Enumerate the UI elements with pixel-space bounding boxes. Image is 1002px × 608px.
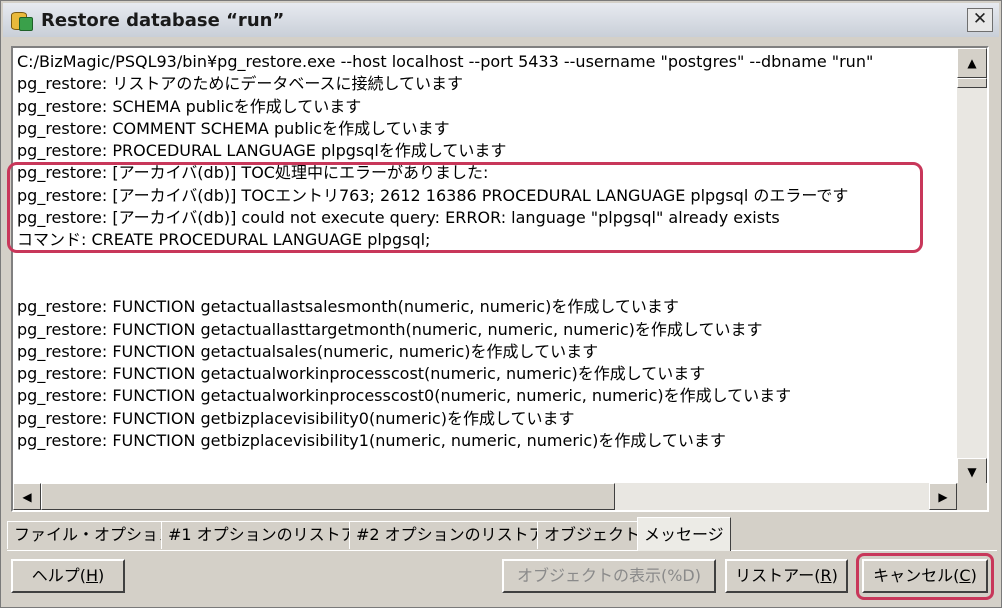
horizontal-scrollbar[interactable]: ◀ ▶ bbox=[13, 483, 957, 510]
show-objects-button[interactable]: オブジェクトの表示(%D) bbox=[502, 559, 716, 593]
tab-restore-options-2[interactable]: #2 オプションのリストア bbox=[349, 521, 552, 549]
log-line: pg_restore: PROCEDURAL LANGUAGE plpgsqlを… bbox=[17, 141, 507, 161]
horizontal-scroll-thumb[interactable] bbox=[41, 483, 615, 510]
scrollbar-corner bbox=[957, 483, 987, 510]
log-line: pg_restore: SCHEMA publicを作成しています bbox=[17, 96, 362, 116]
log-line: pg_restore: FUNCTION getactuallastsalesm… bbox=[17, 297, 679, 317]
log-line: pg_restore: FUNCTION getactuallasttarget… bbox=[17, 319, 763, 339]
log-line: C:/BizMagic/PSQL93/bin¥pg_restore.exe --… bbox=[17, 52, 874, 71]
log-line: pg_restore: FUNCTION getactualworkinproc… bbox=[17, 364, 706, 384]
scroll-left-icon[interactable]: ◀ bbox=[13, 483, 41, 510]
log-line: pg_restore: FUNCTION getactualworkinproc… bbox=[17, 386, 792, 406]
tab-divider bbox=[7, 550, 997, 551]
error-highlight-box bbox=[7, 162, 923, 253]
tab-restore-options-1[interactable]: #1 オプションのリストア bbox=[161, 521, 364, 549]
help-button[interactable]: ヘルプ(H) bbox=[11, 559, 125, 593]
tab-messages[interactable]: メッセージ bbox=[637, 517, 731, 551]
scroll-down-icon[interactable]: ▼ bbox=[957, 458, 987, 485]
message-log: C:/BizMagic/PSQL93/bin¥pg_restore.exe --… bbox=[17, 51, 957, 483]
message-log-textbox[interactable]: C:/BizMagic/PSQL93/bin¥pg_restore.exe --… bbox=[11, 46, 989, 512]
log-line: pg_restore: FUNCTION getbizplacevisibili… bbox=[17, 431, 726, 451]
log-line: pg_restore: FUNCTION getactualsales(nume… bbox=[17, 341, 599, 361]
vertical-scrollbar[interactable]: ▲ ▼ bbox=[957, 48, 987, 485]
log-line: pg_restore: リストアのためにデータベースに接続しています bbox=[17, 74, 464, 94]
title-bar[interactable]: Restore database “run” ✕ bbox=[3, 3, 999, 37]
pgadmin-app-icon bbox=[9, 9, 33, 31]
tab-strip: ファイル・オプション #1 オプションのリストア #2 オプションのリストア オ… bbox=[7, 517, 997, 553]
close-icon[interactable]: ✕ bbox=[967, 8, 993, 32]
window-title: Restore database “run” bbox=[41, 9, 285, 31]
cancel-highlight-box bbox=[856, 553, 994, 600]
scroll-right-icon[interactable]: ▶ bbox=[929, 483, 957, 510]
log-line: pg_restore: COMMENT SCHEMA publicを作成していま… bbox=[17, 118, 450, 138]
restore-database-dialog: Restore database “run” ✕ C:/BizMagic/PSQ… bbox=[0, 0, 1002, 608]
vertical-scroll-thumb[interactable] bbox=[957, 78, 987, 88]
scroll-up-icon[interactable]: ▲ bbox=[957, 48, 987, 78]
log-line: pg_restore: FUNCTION getbizplacevisibili… bbox=[17, 408, 575, 428]
tab-file-options[interactable]: ファイル・オプション bbox=[7, 521, 182, 549]
restore-button[interactable]: リストアー(R) bbox=[725, 559, 848, 593]
tab-objects[interactable]: オブジェクト bbox=[537, 521, 648, 549]
